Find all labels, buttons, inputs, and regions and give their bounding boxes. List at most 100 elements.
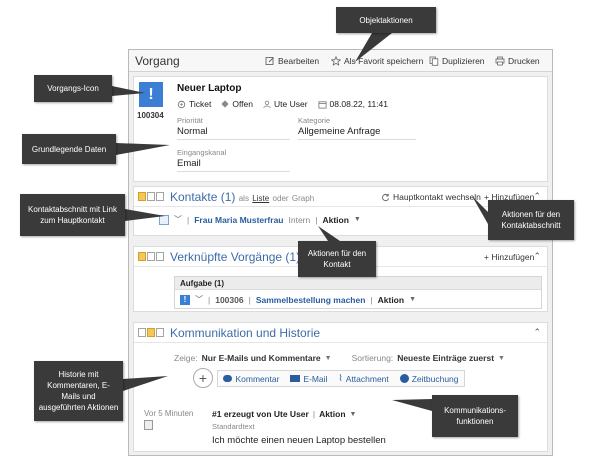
entry-action-dropdown[interactable]: Aktion	[319, 409, 345, 419]
entry-timestamp: Vor 5 Minuten	[144, 409, 194, 418]
switch-main-contact-label: Hauptkontakt wechseln	[393, 192, 481, 202]
linked-collapse-icon[interactable]: ⌃	[533, 251, 541, 262]
edit-button[interactable]: Bearbeiten	[265, 54, 319, 67]
task-group-header: Aufgabe (1)	[175, 277, 541, 290]
contacts-view-graph-link[interactable]: Graph	[292, 194, 314, 203]
task-group: Aufgabe (1) ! ﹀ | 100306 | Sammelbestell…	[174, 276, 542, 309]
ticket-title: Neuer Laptop	[177, 83, 242, 94]
comment-icon	[223, 375, 233, 382]
edit-button-label: Bearbeiten	[278, 55, 320, 66]
linked-section-title: Verknüpfte Vorgänge (1)	[170, 250, 301, 264]
entry-header: #1 erzeugt von Ute User | Aktion ▼	[212, 409, 356, 419]
ticket-status: Offen	[221, 99, 253, 109]
print-icon	[495, 56, 505, 65]
task-action-caret-icon: ▼	[409, 296, 417, 303]
contacts-title: Kontakte (1)	[170, 190, 236, 204]
communication-collapse-icon[interactable]: ⌃	[533, 327, 541, 338]
section-view-icons[interactable]	[138, 252, 164, 261]
entry-subtitle: Standardtext	[212, 422, 255, 431]
separator: |	[187, 214, 190, 225]
contacts-view-prefix: als	[238, 194, 249, 203]
channel-underline	[177, 171, 290, 172]
callout-communication-functions: Kommunikations-funktionen	[432, 395, 518, 437]
basic-data-card: ! 100304 Neuer Laptop Ticket Offen Ute U…	[133, 76, 548, 182]
channel-value[interactable]: Email	[177, 158, 201, 169]
communication-toolbar: Kommentar E-Mail ⌇ Attachment Zeitbuchun…	[217, 370, 465, 387]
ticket-user-label: Ute User	[274, 99, 308, 109]
refresh-icon	[382, 193, 390, 201]
duplicate-button[interactable]: Duplizieren	[429, 54, 485, 67]
task-type-icon: !	[180, 294, 190, 305]
sort-label: Sortierung:	[351, 353, 394, 363]
separator: |	[208, 294, 211, 305]
print-button-label: Drucken	[508, 55, 540, 66]
show-filter-label: Zeige:	[174, 353, 198, 363]
contacts-view-list-link[interactable]: Liste	[252, 194, 269, 203]
section-view-icons[interactable]	[138, 328, 164, 337]
category-value[interactable]: Allgemeine Anfrage	[298, 126, 380, 137]
task-link[interactable]: Sammelbestellung machen	[256, 295, 366, 305]
contacts-section-title: Kontakte (1) als Liste oder Graph	[170, 190, 314, 204]
ticket-type-label: Ticket	[189, 99, 212, 109]
filter-row: Zeige: Nur E-Mails und Kommentare ▼ Sort…	[174, 353, 505, 363]
show-filter-caret-icon: ▼	[324, 354, 332, 362]
contacts-view-or: oder	[272, 194, 289, 203]
clock-icon	[399, 374, 409, 383]
contact-action-caret-icon: ▼	[353, 216, 361, 223]
callout-object-actions: Objektaktionen	[336, 7, 436, 33]
gear-icon	[177, 100, 186, 108]
linked-add-button[interactable]: + Hinzufügen	[484, 252, 534, 262]
main-contact-link[interactable]: Frau Maria Musterfrau	[194, 215, 283, 225]
separator: |	[370, 294, 373, 305]
star-icon	[331, 55, 341, 66]
communication-section-title: Kommunikation und Historie	[170, 326, 321, 340]
favorite-button-label: Als Favorit speichern	[344, 55, 424, 66]
separator: |	[312, 409, 316, 419]
show-filter-dropdown[interactable]: Nur E-Mails und Kommentare	[202, 353, 321, 363]
section-view-icons[interactable]	[138, 192, 164, 201]
switch-main-contact-button[interactable]: Hauptkontakt wechseln	[381, 192, 481, 202]
diamond-icon	[221, 100, 229, 108]
contact-chevron-down-icon[interactable]: ﹀	[174, 214, 182, 225]
priority-underline	[177, 139, 290, 140]
print-button[interactable]: Drucken	[495, 54, 540, 67]
add-entry-button[interactable]: +	[193, 368, 213, 388]
callout-contact-section: Kontaktabschnitt mit Link zum Hauptkonta…	[20, 194, 125, 236]
callout-contact-actions: Aktionen für den Kontakt	[298, 241, 376, 277]
time-booking-button-label: Zeitbuchung	[411, 373, 459, 384]
ticket-id: 100304	[137, 111, 164, 120]
category-underline	[298, 139, 416, 140]
contacts-section-header: Kontakte (1) als Liste oder Graph Hauptk…	[134, 187, 547, 207]
ticket-type-icon: !	[139, 82, 163, 107]
email-button-label: E-Mail	[303, 373, 328, 384]
favorite-button[interactable]: Als Favorit speichern	[331, 54, 423, 67]
entry-document-icon	[144, 420, 153, 430]
task-row: ! ﹀ | 100306 | Sammelbestellung machen |…	[180, 294, 416, 305]
priority-label: Priorität	[177, 116, 203, 125]
communication-section-header: Kommunikation und Historie ⌃	[134, 323, 547, 343]
attachment-button-label: Attachment	[345, 373, 389, 384]
email-icon	[290, 375, 301, 382]
ticket-date: 08.08.22, 11:41	[318, 99, 388, 109]
calendar-icon	[318, 100, 327, 109]
user-icon	[263, 100, 271, 108]
task-action-dropdown[interactable]: Aktion	[378, 295, 404, 305]
attachment-button[interactable]: ⌇ Attachment	[338, 373, 388, 384]
contact-action-dropdown[interactable]: Aktion	[322, 215, 348, 225]
contacts-section: Kontakte (1) als Liste oder Graph Hauptk…	[133, 186, 548, 236]
callout-basic-data: Grundlegende Daten	[22, 134, 116, 164]
comment-button[interactable]: Kommentar	[223, 374, 279, 384]
task-id: 100306	[215, 294, 244, 305]
priority-value[interactable]: Normal	[177, 126, 208, 137]
duplicate-button-label: Duplizieren	[442, 55, 485, 66]
callout-process-icon: Vorgangs-Icon	[34, 75, 112, 102]
task-chevron-down-icon[interactable]: ﹀	[195, 294, 203, 305]
contact-row: ﹀ | Frau Maria Musterfrau Intern | Aktio…	[159, 214, 361, 225]
time-booking-button[interactable]: Zeitbuchung	[399, 373, 459, 384]
copy-icon	[429, 56, 439, 66]
ticket-status-label: Offen	[232, 99, 253, 109]
email-button[interactable]: E-Mail	[290, 374, 327, 384]
contact-person-icon	[159, 214, 169, 225]
callout-history: Historie mit Kommentaren, E-Mails und au…	[34, 361, 123, 421]
sort-dropdown[interactable]: Neueste Einträge zuerst	[397, 353, 494, 363]
